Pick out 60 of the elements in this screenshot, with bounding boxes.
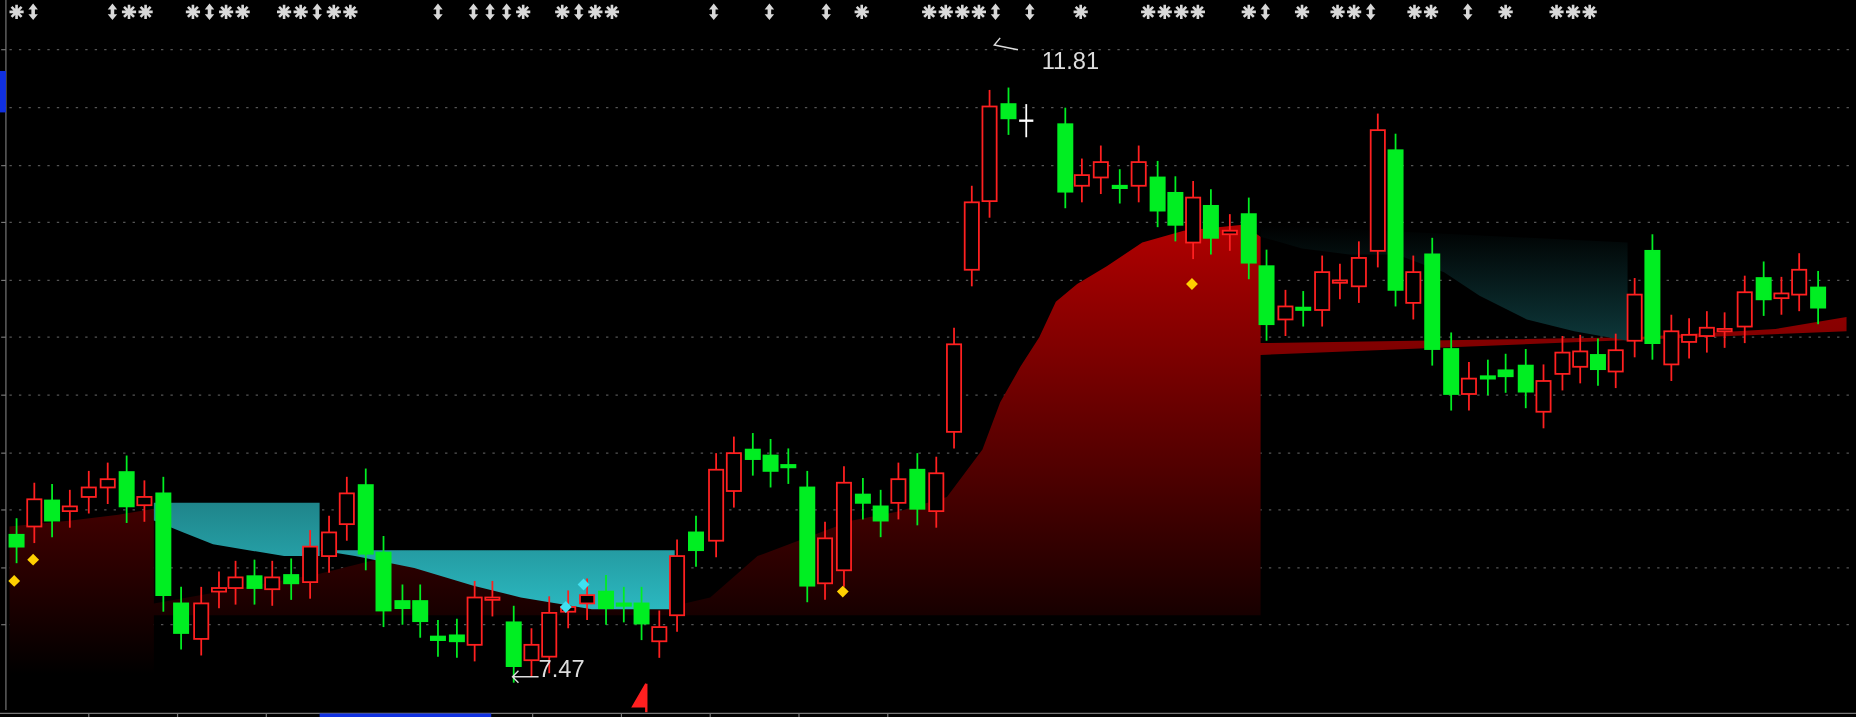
candlestick <box>44 483 61 539</box>
candlestick <box>1607 332 1624 389</box>
candlestick <box>1130 144 1147 204</box>
low-price-label: 7.47 <box>538 655 585 682</box>
candlestick <box>1479 358 1496 397</box>
candlestick <box>854 477 871 521</box>
candlestick <box>688 514 704 568</box>
flag-marker-icon <box>631 682 648 714</box>
candlestick <box>264 559 281 607</box>
candlestick <box>283 557 300 601</box>
candlestick <box>1554 335 1571 392</box>
diamond-marker-icon <box>577 578 590 591</box>
candlestick <box>227 559 244 606</box>
candlestick <box>780 447 797 485</box>
candlestick <box>99 461 116 505</box>
candlestick <box>246 558 263 606</box>
candlestick <box>1497 352 1514 394</box>
high-price-label: 11.81 <box>1041 47 1100 74</box>
candlestick <box>1092 144 1109 195</box>
candlestick <box>1221 213 1238 252</box>
diamond-marker-icon <box>1186 278 1198 290</box>
candlestick <box>1535 363 1552 430</box>
candlestick <box>1350 240 1367 304</box>
candlestick <box>321 514 338 574</box>
diamond-marker-icon <box>8 575 21 587</box>
candlestick <box>26 481 43 544</box>
candlestick <box>1202 188 1219 256</box>
candlestick <box>1019 103 1034 139</box>
diamond-marker-icon <box>559 601 572 613</box>
candlestick <box>80 470 97 515</box>
candlestick <box>1589 337 1606 387</box>
candlestick <box>1810 270 1827 326</box>
diamond-marker-icon <box>836 585 849 598</box>
leader-line <box>511 670 540 684</box>
candlestick <box>1111 168 1128 205</box>
candlestick <box>872 488 889 539</box>
candlestick <box>762 438 779 489</box>
candlestick <box>1277 289 1294 337</box>
axis-highlight <box>0 71 6 113</box>
candlestick <box>394 583 411 626</box>
candlestick <box>1149 160 1166 229</box>
candlestick <box>1295 290 1312 328</box>
diamond-marker-icon <box>27 553 40 566</box>
candlestick <box>8 517 25 565</box>
candlestick <box>744 432 761 477</box>
candlestick <box>1755 260 1772 317</box>
candlestick <box>1167 175 1184 243</box>
candlestick <box>1698 310 1715 354</box>
candlestick <box>579 577 596 621</box>
leader-line <box>993 37 1019 51</box>
candlestick <box>598 574 615 626</box>
candlestick <box>338 475 355 542</box>
candlestick <box>1517 348 1534 410</box>
candlestick <box>61 488 78 529</box>
candlestick <box>1716 311 1733 349</box>
candlestick <box>1572 333 1589 385</box>
candlestick <box>890 461 907 521</box>
candlestick <box>1000 86 1017 136</box>
candlestick <box>1736 274 1753 344</box>
candlestick <box>302 529 319 600</box>
